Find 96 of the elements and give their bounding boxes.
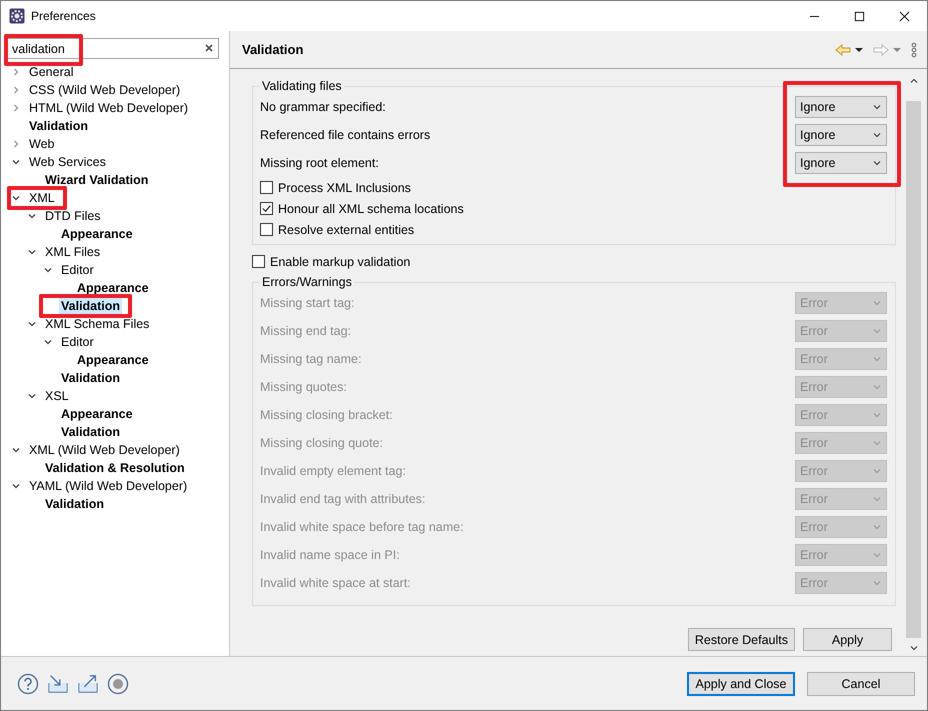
dropdown[interactable]: Ignore (795, 96, 887, 118)
search-field[interactable]: validation (7, 38, 219, 59)
app-icon (9, 8, 25, 24)
chevron-down-icon (872, 354, 882, 364)
page-button[interactable]: Apply (803, 628, 892, 651)
setting-label: Missing end tag: (260, 324, 352, 338)
collapsed-chevron-icon[interactable] (11, 85, 21, 95)
tree-item[interactable]: DTD Files (43, 208, 103, 224)
collapsed-chevron-icon[interactable] (11, 103, 21, 113)
setting-label: Missing tag name: (260, 352, 362, 366)
tree-item[interactable]: General (27, 64, 76, 80)
expanded-chevron-icon[interactable] (11, 445, 21, 455)
dropdown-caret-icon[interactable] (855, 46, 863, 54)
tree-item[interactable]: HTML (Wild Web Developer) (27, 100, 190, 116)
group-title: Errors/Warnings (261, 275, 353, 289)
tree-item[interactable]: Appearance (75, 280, 151, 296)
checkbox-label: Process XML Inclusions (278, 180, 411, 194)
tree-item[interactable]: Validation (43, 496, 106, 512)
group-title: Validating files (261, 79, 343, 93)
record-icon[interactable] (107, 672, 129, 694)
tree-item[interactable]: Appearance (59, 226, 135, 242)
tree-item[interactable]: Appearance (59, 406, 135, 422)
setting-label: Missing quotes: (260, 380, 347, 394)
tree-item[interactable]: CSS (Wild Web Developer) (27, 82, 182, 98)
expanded-chevron-icon[interactable] (27, 319, 37, 329)
setting-label: Invalid white space at start: (260, 576, 411, 590)
chevron-down-icon (872, 494, 882, 504)
dropdown[interactable]: Ignore (795, 152, 887, 174)
setting-label: Invalid end tag with attributes: (260, 492, 426, 506)
help-icon[interactable] (17, 672, 39, 694)
page-button[interactable]: Restore Defaults (688, 628, 795, 651)
chevron-down-icon (872, 410, 882, 420)
tree-item[interactable]: XSL (43, 388, 71, 404)
setting-label: Missing start tag: (260, 296, 354, 310)
window-title: Preferences (31, 9, 96, 23)
tree-item[interactable]: Web (27, 136, 56, 152)
chevron-down-icon (872, 382, 882, 392)
checkbox-label: Enable markup validation (270, 254, 410, 268)
tree-item[interactable]: Editor (59, 334, 96, 350)
expanded-chevron-icon[interactable] (27, 211, 37, 221)
chevron-down-icon (872, 102, 882, 112)
checkbox[interactable] (252, 255, 265, 268)
setting-label: No grammar specified: (260, 100, 386, 114)
expanded-chevron-icon[interactable] (11, 481, 21, 491)
more-options-icon[interactable] (911, 42, 917, 58)
tree-item[interactable]: YAML (Wild Web Developer) (27, 478, 190, 494)
dialog-button[interactable]: Cancel (807, 672, 915, 696)
checkbox[interactable] (260, 202, 273, 215)
expanded-chevron-icon[interactable] (43, 265, 53, 275)
tree-item[interactable]: Web Services (27, 154, 108, 170)
expanded-chevron-icon[interactable] (11, 193, 21, 203)
tree-item[interactable]: Validation (27, 118, 90, 134)
checkbox[interactable] (260, 181, 273, 194)
export-icon[interactable] (77, 672, 99, 694)
checkbox-label: Resolve external entities (278, 222, 414, 236)
setting-label: Missing root element: (260, 156, 379, 170)
chevron-down-icon (872, 158, 882, 168)
setting-label: Missing closing bracket: (260, 408, 393, 422)
import-icon[interactable] (47, 672, 69, 694)
setting-label: Invalid white space before tag name: (260, 520, 464, 534)
scroll-down-icon[interactable] (908, 643, 918, 653)
chevron-down-icon (872, 326, 882, 336)
chevron-down-icon (872, 438, 882, 448)
clear-icon[interactable] (204, 43, 214, 53)
expanded-chevron-icon[interactable] (11, 157, 21, 167)
checkbox-label: Honour all XML schema locations (278, 202, 464, 216)
page-title: Validation (242, 42, 304, 57)
setting-label: Missing closing quote: (260, 436, 383, 450)
tree-item[interactable]: Validation (59, 424, 122, 440)
tree-item[interactable]: Validation (59, 370, 122, 386)
checkbox[interactable] (260, 223, 273, 236)
tree-item[interactable]: XML (Wild Web Developer) (27, 442, 182, 458)
setting-label: Invalid empty element tag: (260, 464, 406, 478)
setting-label: Invalid name space in PI: (260, 548, 400, 562)
tree-item[interactable]: Validation & Resolution (43, 460, 187, 476)
tree-item[interactable]: XML (27, 190, 57, 206)
chevron-down-icon (872, 578, 882, 588)
tree-item[interactable]: XML Schema Files (43, 316, 152, 332)
setting-label: Referenced file contains errors (260, 128, 430, 142)
chevron-down-icon (872, 130, 882, 140)
chevron-down-icon (872, 466, 882, 476)
expanded-chevron-icon[interactable] (27, 247, 37, 257)
chevron-down-icon (872, 522, 882, 532)
expanded-chevron-icon[interactable] (27, 391, 37, 401)
collapsed-chevron-icon[interactable] (11, 67, 21, 77)
tree-item[interactable]: XML Files (43, 244, 102, 260)
tree-item[interactable]: Validation (59, 298, 122, 314)
expanded-chevron-icon[interactable] (43, 337, 53, 347)
collapsed-chevron-icon[interactable] (11, 139, 21, 149)
chevron-down-icon (872, 550, 882, 560)
tree-item[interactable]: Appearance (75, 352, 151, 368)
tree-item[interactable]: Editor (59, 262, 96, 278)
dropdown[interactable]: Ignore (795, 124, 887, 146)
dialog-button[interactable]: Apply and Close (687, 672, 795, 696)
tree-item[interactable]: Wizard Validation (43, 172, 150, 188)
chevron-down-icon (872, 298, 882, 308)
